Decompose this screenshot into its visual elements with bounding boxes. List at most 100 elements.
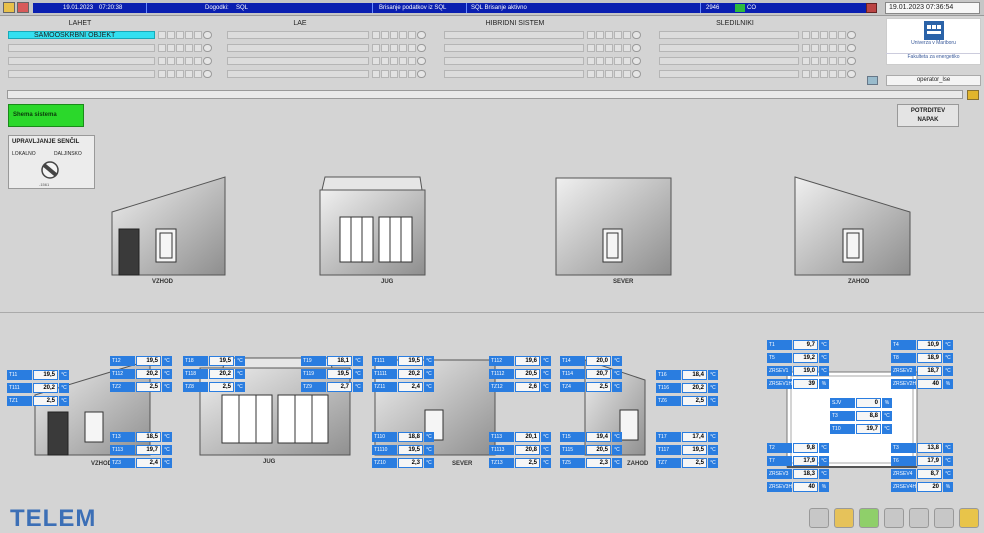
round-button-icon[interactable] [203, 44, 212, 52]
sensor-reading: TZ5 2,3 °C [560, 458, 622, 468]
sensor-unit: °C [424, 356, 434, 366]
indicator-cell [820, 44, 828, 52]
indicator-cell [372, 31, 380, 39]
sensor-value: 19,6 [515, 356, 540, 366]
sensor-value: 2,5 [586, 382, 611, 392]
building-label-vzhod: VZHOD [91, 461, 112, 467]
potrditev-label: POTRDITEV [910, 108, 946, 114]
round-button-icon[interactable] [632, 31, 641, 39]
sensor-reading: TZ8 2,5 °C [183, 382, 245, 392]
round-button-icon[interactable] [417, 57, 426, 65]
user-icon[interactable] [867, 76, 878, 85]
calendar-icon[interactable] [866, 3, 877, 13]
sensor-unit: °C [541, 458, 551, 468]
sensor-label: T1112 [489, 369, 514, 379]
indicator-cell [838, 70, 846, 78]
round-button-icon[interactable] [632, 57, 641, 65]
facade-vzhod-icon [111, 176, 226, 276]
round-button-icon[interactable] [847, 44, 856, 52]
sensor-label: T1110 [372, 445, 397, 455]
sql-label: SQL [236, 5, 249, 11]
shema-sistema-button[interactable]: Shema sistema [8, 104, 84, 127]
sensor-reading: T6 17,9 °C [891, 456, 953, 466]
round-button-icon[interactable] [632, 44, 641, 52]
sensor-reading: TZ3 2,4 °C [110, 458, 172, 468]
printer-icon[interactable] [884, 508, 904, 528]
potrditev-napak-button[interactable]: POTRDITEV NAPAK [897, 104, 959, 127]
group-row-indicators [372, 57, 426, 65]
sensor-label: T5 [767, 353, 792, 363]
sensor-value: 20,2 [682, 383, 707, 393]
sensor-value: 2,5 [136, 382, 161, 392]
sensor-unit: °C [235, 356, 245, 366]
edit-icon[interactable] [967, 90, 979, 100]
sensor-reading: TZ6 2,5 °C [656, 396, 718, 406]
sensor-value: 19,5 [682, 445, 707, 455]
sensor-reading: T5 19,2 °C [767, 353, 829, 363]
sensor-reading: T19 18,1 °C [301, 356, 363, 366]
sensor-label: T3 [891, 443, 916, 453]
round-button-icon[interactable] [203, 57, 212, 65]
round-button-icon[interactable] [417, 44, 426, 52]
sensor-reading: T10 19,7 °C [830, 424, 892, 434]
sensor-unit: °C [819, 353, 829, 363]
round-button-icon[interactable] [632, 70, 641, 78]
sensor-reading: ZRSEV3 18,3 °C [767, 469, 829, 479]
operator-name[interactable]: operator_lse [886, 75, 981, 86]
sensor-label: TZ5 [560, 458, 585, 468]
indicator-cell [596, 70, 604, 78]
alarm-icon[interactable] [17, 2, 29, 13]
round-button-icon[interactable] [203, 70, 212, 78]
section-divider [0, 312, 984, 313]
round-button-icon[interactable] [417, 31, 426, 39]
sensor-unit: °C [708, 383, 718, 393]
network-icon[interactable] [809, 508, 829, 528]
round-button-icon[interactable] [203, 31, 212, 39]
group-row-bar [659, 70, 799, 78]
sensor-label: T17 [656, 432, 681, 442]
sensor-unit: °C [162, 458, 172, 468]
power-icon[interactable] [934, 508, 954, 528]
sensor-reading: T1110 19,5 °C [372, 445, 434, 455]
indicator-cell [390, 70, 398, 78]
indicator-cell [820, 70, 828, 78]
sensor-value: 20,5 [515, 369, 540, 379]
sensor-value: 18,4 [682, 370, 707, 380]
indicator-cell [811, 31, 819, 39]
facade-label-jug: JUG [381, 279, 394, 285]
sensor-unit: °C [353, 369, 363, 379]
telem-logo: TELEM [10, 505, 97, 532]
round-button-icon[interactable] [847, 57, 856, 65]
folder-icon[interactable] [3, 2, 15, 13]
indicator-cell [176, 31, 184, 39]
sensor-label: T16 [656, 370, 681, 380]
sensor-label: T110 [372, 432, 397, 442]
folder-icon[interactable] [834, 508, 854, 528]
count-label: 2946 [706, 5, 720, 11]
sensor-label: T119 [301, 369, 326, 379]
round-button-icon[interactable] [847, 31, 856, 39]
indicator-cell [605, 57, 613, 65]
round-button-icon[interactable] [847, 70, 856, 78]
indicator-cell [596, 57, 604, 65]
indicator-cell [623, 57, 631, 65]
selector-switch-icon[interactable] [40, 160, 60, 180]
sencila-control-panel: UPRAVLJANJE SENČIL LOKALNO DALJINSKO -15… [8, 135, 95, 189]
indicator-cell [614, 57, 622, 65]
divider [372, 3, 373, 13]
sensor-value: 2,4 [136, 458, 161, 468]
sensor-reading: T4 10,9 °C [891, 340, 953, 350]
indicator-cell [802, 31, 810, 39]
divider [466, 3, 467, 13]
sensor-unit: °C [235, 369, 245, 379]
university-name: Univerza v Mariboru [911, 40, 956, 46]
users-icon[interactable] [909, 508, 929, 528]
round-button-icon[interactable] [417, 70, 426, 78]
sensor-reading: ZRSEV1H 39% [767, 379, 829, 389]
group-row-bar [8, 70, 155, 78]
alarm-bell-icon[interactable] [859, 508, 879, 528]
group-row-indicators [372, 31, 426, 39]
key-icon[interactable] [959, 508, 979, 528]
sensor-label: ZRSEV4H [891, 482, 916, 492]
sensor-reading: T119 19,5 °C [301, 369, 363, 379]
